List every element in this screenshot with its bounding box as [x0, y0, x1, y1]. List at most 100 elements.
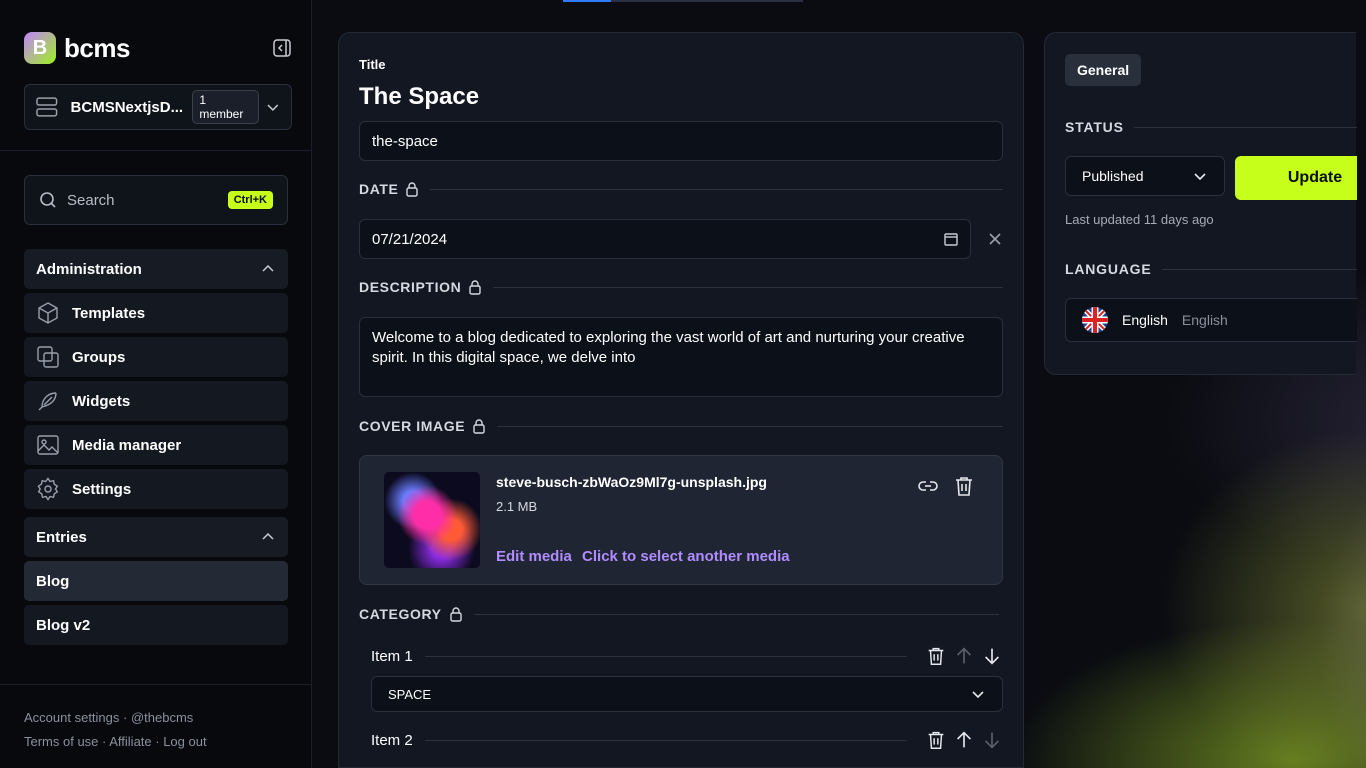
cube-icon: [38, 302, 58, 324]
date-input[interactable]: 07/21/2024: [359, 219, 971, 259]
chevron-down-icon: [267, 104, 279, 111]
sidebar-item-label: Settings: [72, 480, 132, 498]
link-icon[interactable]: [916, 474, 940, 498]
description-section-header: DESCRIPTION: [359, 279, 1003, 295]
chevron-down-icon: [972, 691, 984, 699]
arrow-down-icon[interactable]: [981, 729, 1003, 751]
brand-logo[interactable]: B bcms: [24, 32, 130, 64]
trash-icon[interactable]: [925, 729, 947, 751]
description-textarea[interactable]: Welcome to a blog dedicated to exploring…: [359, 317, 1003, 397]
cover-image-label: COVER IMAGE: [359, 418, 466, 434]
category-item-row: Item 1: [371, 645, 1003, 667]
search-shortcut-badge: Ctrl+K: [227, 191, 273, 209]
entries-section-toggle[interactable]: Entries: [24, 517, 288, 557]
sidebar-footer-divider: [0, 684, 312, 685]
sidebar-item-label: Media manager: [72, 436, 182, 454]
sidebar-item-widgets[interactable]: Widgets: [24, 381, 288, 421]
entries-header: Entries: [36, 528, 87, 546]
arrow-up-icon[interactable]: [953, 645, 975, 667]
search-label: Search: [67, 191, 115, 209]
top-progress-strip: [563, 0, 803, 2]
administration-section-toggle[interactable]: Administration: [24, 249, 288, 289]
chevron-down-icon: [1194, 173, 1206, 181]
lock-icon: [406, 182, 419, 197]
gear-icon: [37, 477, 59, 501]
organization-switcher[interactable]: BCMSNextjsD... 1 member: [24, 84, 292, 130]
search-icon: [40, 192, 56, 208]
title-label: Title: [359, 57, 386, 72]
member-count-badge: 1 member: [192, 90, 260, 124]
status-section-header: STATUS: [1065, 119, 1357, 135]
language-name: English: [1122, 312, 1168, 328]
bcms-logo-icon: B: [24, 32, 56, 64]
sidebar-item-blog[interactable]: Blog: [24, 561, 288, 601]
language-section-header: LANGUAGE: [1065, 261, 1357, 277]
category-select-value: SPACE: [388, 686, 432, 702]
tab-general[interactable]: General: [1065, 54, 1142, 86]
lock-icon: [469, 280, 481, 295]
sidebar-divider: [0, 150, 312, 151]
entry-settings-panel: General STATUS Published Update Last upd…: [1044, 32, 1357, 375]
category-label: CATEGORY: [359, 606, 442, 622]
arrow-up-icon[interactable]: [953, 729, 975, 751]
calendar-icon[interactable]: [944, 232, 958, 246]
sidebar-item-media-manager[interactable]: Media manager: [24, 425, 288, 465]
administration-header: Administration: [36, 260, 142, 278]
sidebar-item-label: Widgets: [72, 392, 131, 410]
title-input[interactable]: The Space: [359, 83, 479, 111]
select-another-media-link[interactable]: Click to select another media: [582, 548, 790, 565]
uk-flag-icon: [1082, 307, 1108, 333]
lock-icon: [473, 419, 485, 434]
image-icon: [37, 435, 59, 455]
cover-image-thumbnail[interactable]: [384, 472, 480, 568]
status-select[interactable]: Published: [1065, 156, 1225, 196]
brand-name: bcms: [64, 32, 130, 63]
category-select[interactable]: SPACE: [371, 676, 1003, 712]
sidebar-item-label: Blog v2: [36, 616, 91, 634]
description-label: DESCRIPTION: [359, 279, 462, 295]
arrow-down-icon[interactable]: [981, 645, 1003, 667]
language-option[interactable]: English English: [1065, 298, 1357, 342]
update-button[interactable]: Update: [1235, 156, 1357, 200]
category-item-label: Item 2: [371, 731, 413, 749]
chevron-up-icon: [262, 264, 274, 272]
trash-icon[interactable]: [925, 645, 947, 667]
feather-icon: [38, 392, 57, 411]
language-label: LANGUAGE: [1065, 261, 1152, 277]
sidebar-item-groups[interactable]: Groups: [24, 337, 288, 377]
footer-account-links[interactable]: Account settings · @thebcms: [24, 706, 207, 730]
sidebar-footer: Account settings · @thebcms Terms of use…: [24, 706, 207, 754]
edit-media-link[interactable]: Edit media: [496, 548, 572, 565]
sidebar-item-label: Templates: [72, 304, 146, 322]
cover-image-section-header: COVER IMAGE: [359, 418, 1003, 434]
category-section-header: CATEGORY: [359, 606, 999, 622]
trash-icon[interactable]: [952, 474, 976, 498]
date-section-header: DATE: [359, 181, 1003, 197]
media-actions: Edit media Click to select another media: [496, 548, 796, 565]
language-native-name: English: [1181, 312, 1228, 328]
sidebar: B bcms BCMSNextjsD... 1 member Search Ct…: [0, 0, 312, 768]
category-item-label: Item 1: [371, 647, 413, 665]
sidebar-item-blog-v2[interactable]: Blog v2: [24, 605, 288, 645]
chevron-up-icon: [262, 532, 274, 540]
category-item-row: Item 2: [371, 729, 1003, 751]
media-file-name: steve-busch-zbWaOz9Ml7g-unsplash.jpg: [496, 474, 767, 490]
last-updated-text: Last updated 11 days ago: [1065, 212, 1214, 227]
organization-name: BCMSNextjsD...: [70, 98, 184, 116]
clear-date-icon[interactable]: [987, 231, 1003, 247]
sidebar-item-label: Blog: [36, 572, 70, 590]
status-label: STATUS: [1065, 119, 1124, 135]
footer-legal-links[interactable]: Terms of use · Affiliate · Log out: [24, 730, 207, 754]
status-value: Published: [1082, 168, 1144, 184]
date-label: DATE: [359, 181, 399, 197]
sidebar-item-settings[interactable]: Settings: [24, 469, 288, 509]
groups-icon: [37, 346, 59, 368]
lock-icon: [449, 607, 462, 622]
collapse-sidebar-icon[interactable]: [272, 38, 292, 58]
media-file-size: 2.1 MB: [496, 499, 538, 514]
slug-input[interactable]: the-space: [359, 121, 1003, 161]
sidebar-item-templates[interactable]: Templates: [24, 293, 288, 333]
search-button[interactable]: Search Ctrl+K: [24, 175, 288, 225]
server-icon: [36, 97, 58, 117]
entry-editor-card: Title The Space the-space DATE 07/21/202…: [338, 32, 1024, 768]
